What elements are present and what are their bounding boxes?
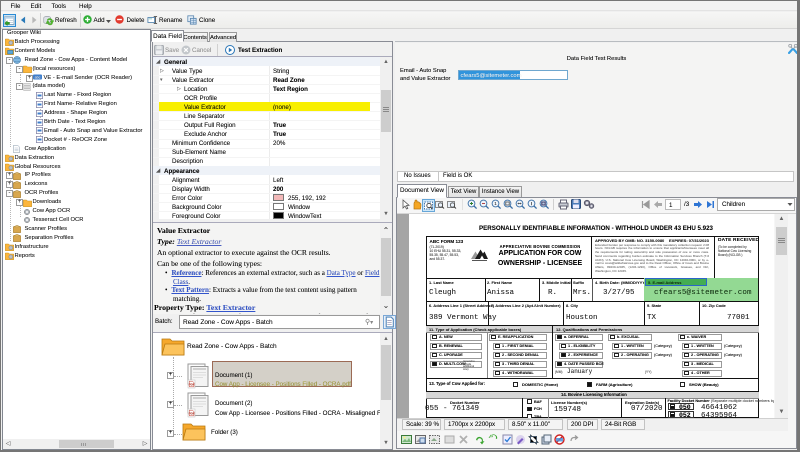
- svg-text:abc: abc: [35, 75, 41, 79]
- svg-text:PDF: PDF: [189, 412, 195, 416]
- svg-text:PDF: PDF: [189, 383, 195, 387]
